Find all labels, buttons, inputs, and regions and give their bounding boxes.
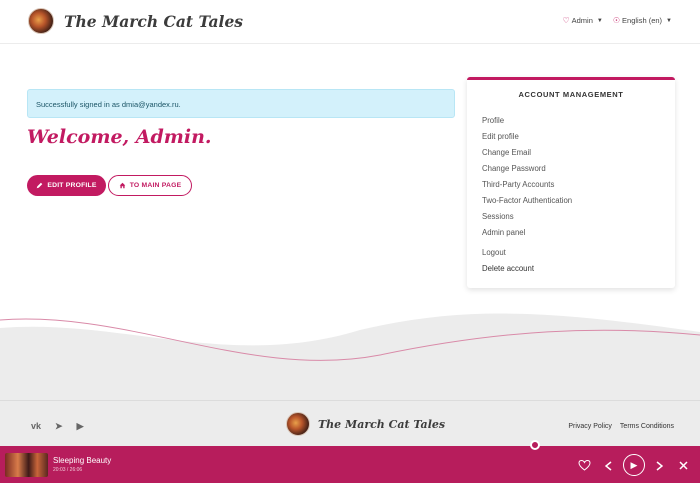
account-management-card: ACCOUNT MANAGEMENT Profile Edit profile … bbox=[467, 77, 675, 288]
chevron-down-icon: ▼ bbox=[666, 17, 672, 24]
alert-text: Successfully signed in as dmia@yandex.ru… bbox=[36, 100, 181, 109]
footer-links: Privacy Policy Terms Conditions bbox=[568, 423, 674, 430]
footer-logo[interactable]: The March Cat Tales bbox=[286, 412, 445, 436]
previous-icon[interactable] bbox=[605, 461, 612, 471]
user-menu-label: Admin bbox=[571, 16, 593, 25]
language-label: English (en) bbox=[622, 16, 663, 25]
main-page-button[interactable]: TO MAIN PAGE bbox=[108, 175, 192, 196]
welcome-heading: Welcome, Admin. bbox=[27, 126, 212, 148]
audio-player: Sleeping Beauty 20:03 / 26:06 bbox=[0, 446, 700, 483]
cat-logo-icon bbox=[28, 8, 54, 34]
telegram-icon[interactable]: ➤ bbox=[55, 421, 63, 432]
site-footer: vk ➤ ▶ The March Cat Tales Privacy Polic… bbox=[0, 400, 700, 446]
account-link-two-factor[interactable]: Two-Factor Authentication bbox=[482, 196, 572, 212]
success-alert: Successfully signed in as dmia@yandex.ru… bbox=[27, 89, 455, 118]
account-link-sessions[interactable]: Sessions bbox=[482, 212, 572, 228]
heart-icon[interactable] bbox=[578, 460, 591, 471]
main-page-label: TO MAIN PAGE bbox=[129, 182, 182, 189]
edit-profile-button[interactable]: EDIT PROFILE bbox=[27, 175, 106, 196]
privacy-policy-link[interactable]: Privacy Policy bbox=[568, 423, 612, 430]
site-logo[interactable]: The March Cat Tales bbox=[28, 8, 243, 34]
vk-icon[interactable]: vk bbox=[31, 421, 41, 432]
youtube-icon[interactable]: ▶ bbox=[77, 421, 84, 432]
track-thumbnail bbox=[5, 453, 48, 477]
play-button[interactable]: ▶ bbox=[623, 454, 645, 476]
play-icon: ▶ bbox=[630, 459, 638, 470]
next-icon[interactable] bbox=[656, 461, 663, 471]
cat-logo-icon bbox=[286, 412, 310, 436]
footer-site-title: The March Cat Tales bbox=[318, 417, 446, 431]
user-menu[interactable]: ♡ Admin ▼ bbox=[562, 16, 602, 25]
account-card-title: ACCOUNT MANAGEMENT bbox=[518, 90, 624, 99]
terms-conditions-link[interactable]: Terms Conditions bbox=[620, 423, 674, 430]
language-menu[interactable]: ☉ English (en) ▼ bbox=[613, 16, 672, 25]
account-link-change-email[interactable]: Change Email bbox=[482, 148, 572, 164]
logout-link[interactable]: Logout bbox=[482, 248, 572, 264]
progress-handle[interactable] bbox=[530, 440, 540, 450]
home-icon bbox=[119, 182, 125, 189]
close-icon[interactable] bbox=[679, 461, 688, 470]
delete-account-link[interactable]: Delete account bbox=[482, 264, 572, 280]
account-links: Profile Edit profile Change Email Change… bbox=[482, 116, 572, 280]
account-link-edit-profile[interactable]: Edit profile bbox=[482, 132, 572, 148]
account-link-third-party[interactable]: Third-Party Accounts bbox=[482, 180, 572, 196]
header-menu: ♡ Admin ▼ ☉ English (en) ▼ bbox=[562, 16, 672, 25]
account-link-change-password[interactable]: Change Password bbox=[482, 164, 572, 180]
account-link-profile[interactable]: Profile bbox=[482, 116, 572, 132]
site-header: The March Cat Tales ♡ Admin ▼ ☉ English … bbox=[0, 0, 700, 44]
site-title: The March Cat Tales bbox=[64, 11, 244, 31]
pencil-icon bbox=[37, 182, 43, 189]
social-links: vk ➤ ▶ bbox=[31, 421, 83, 432]
edit-profile-label: EDIT PROFILE bbox=[47, 182, 97, 189]
account-link-admin-panel[interactable]: Admin panel bbox=[482, 228, 572, 244]
track-title: Sleeping Beauty bbox=[53, 456, 112, 465]
chevron-down-icon: ▼ bbox=[596, 17, 603, 24]
decorative-wave bbox=[0, 313, 700, 402]
user-icon: ♡ bbox=[562, 16, 570, 25]
track-time: 20:03 / 26:06 bbox=[53, 467, 83, 473]
globe-icon: ☉ bbox=[612, 16, 621, 25]
